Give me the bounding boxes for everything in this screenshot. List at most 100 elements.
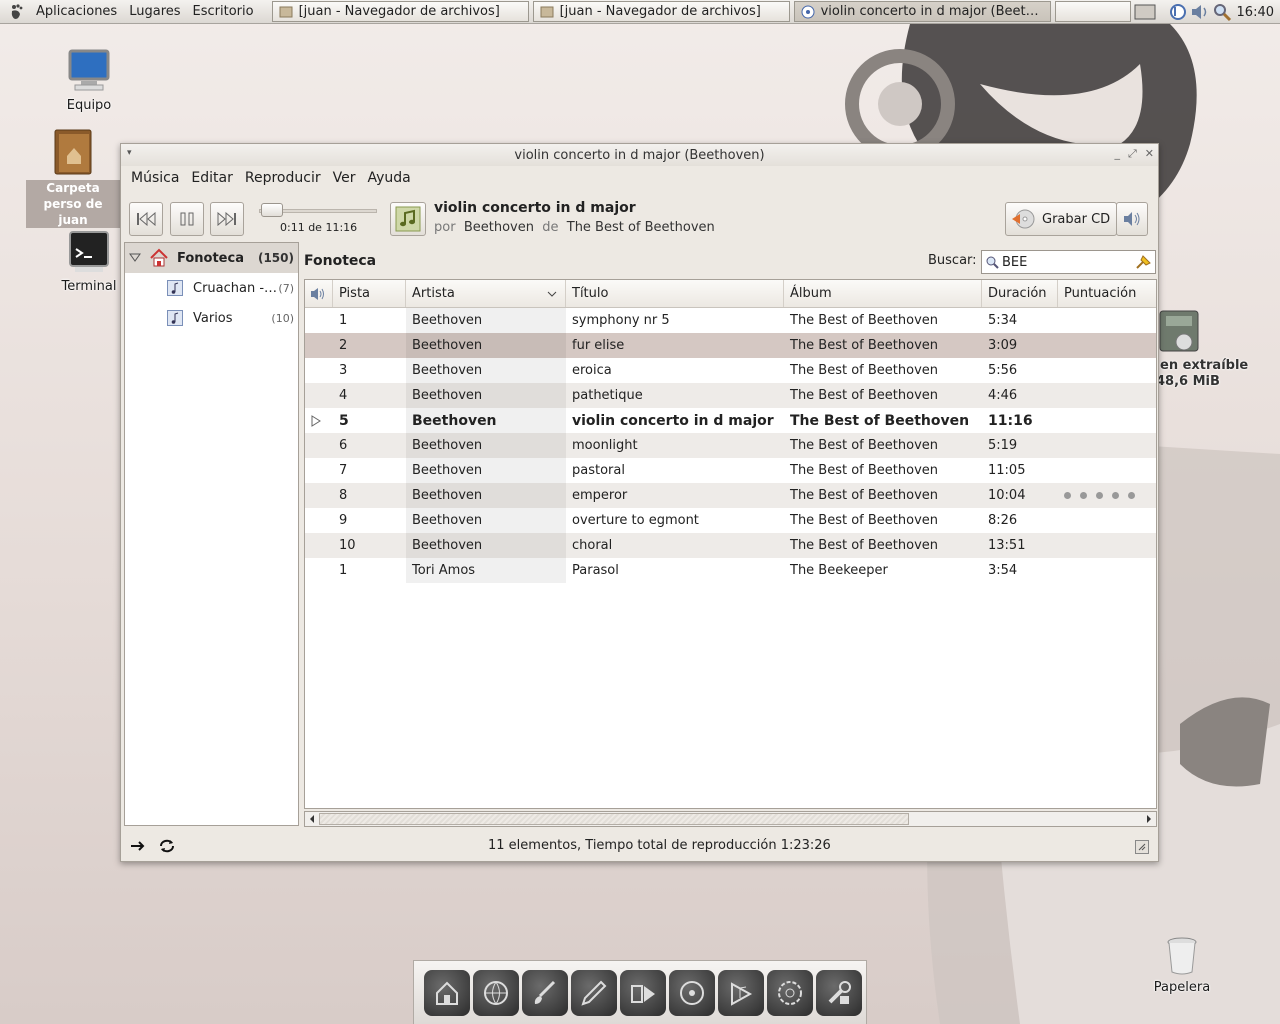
table-row[interactable]: 1 Tori Amos Parasol The Beekeeper 3:54 <box>305 558 1156 583</box>
column-rating[interactable]: Puntuación <box>1058 280 1156 307</box>
shuffle-icon[interactable] <box>130 840 146 852</box>
rating-star-icon[interactable] <box>1128 492 1135 499</box>
rating-cell[interactable] <box>1058 408 1156 433</box>
table-row[interactable]: 7 Beethoven pastoral The Best of Beethoven 1… <box>305 458 1156 483</box>
home-icon[interactable] <box>424 969 470 1016</box>
previous-button[interactable] <box>129 202 163 236</box>
source-playlist-cruachan[interactable]: Cruachan -… (7) <box>125 273 298 303</box>
taskbar-button-rhythmbox[interactable]: violin concerto in d major (Beeth… <box>793 1 1051 22</box>
column-track[interactable]: Pista <box>333 280 406 307</box>
window-menu-icon[interactable]: ▾ <box>127 148 132 158</box>
rating-cell[interactable] <box>1058 433 1156 458</box>
pause-button[interactable] <box>170 202 204 236</box>
home-folder-icon <box>54 129 92 175</box>
clock[interactable]: 16:40 <box>1233 5 1280 20</box>
window-titlebar[interactable]: ▾ violin concerto in d major (Beethoven)… <box>121 144 1158 166</box>
maximize-icon[interactable]: ⤢ <box>1128 147 1137 161</box>
rating-cell[interactable] <box>1058 458 1156 483</box>
menu-edit[interactable]: Editar <box>185 170 238 186</box>
tools-icon[interactable] <box>816 969 862 1016</box>
scroll-right-icon[interactable] <box>1144 812 1154 826</box>
panel-menu-applications[interactable]: Aplicaciones <box>30 4 123 19</box>
taskbar-button-file-browser-1[interactable]: [juan - Navegador de archivos] <box>271 1 529 22</box>
desktop-icon-computer[interactable]: Equipo <box>62 48 116 114</box>
rating-cell[interactable] <box>1058 383 1156 408</box>
table-row[interactable]: 2 Beethoven fur elise The Best of Beethoven… <box>305 333 1156 358</box>
source-library[interactable]: Fonoteca (150) <box>125 243 298 273</box>
source-playlist-count: (7) <box>278 281 294 295</box>
rating-star-icon[interactable] <box>1096 492 1103 499</box>
playing-indicator <box>305 383 333 408</box>
table-row[interactable]: 9 Beethoven overture to egmont The Best of … <box>305 508 1156 533</box>
rating-cell[interactable] <box>1058 508 1156 533</box>
volume-icon[interactable] <box>1189 2 1211 22</box>
desktop-icon-terminal[interactable]: Terminal <box>58 229 120 295</box>
menu-music[interactable]: Música <box>125 170 185 186</box>
pen-icon[interactable] <box>571 969 617 1016</box>
menu-help[interactable]: Ayuda <box>361 170 416 186</box>
disc-icon[interactable] <box>669 969 715 1016</box>
horizontal-scrollbar[interactable] <box>304 811 1157 827</box>
playback-position: 0:11 de 11:16 <box>280 221 358 234</box>
music-icon[interactable] <box>718 969 764 1016</box>
table-row[interactable]: 8 Beethoven emperor The Best of Beethoven 10… <box>305 483 1156 508</box>
volume-icon <box>1124 212 1140 226</box>
rating-cell[interactable] <box>1058 558 1156 583</box>
title-cell: pathetique <box>572 388 643 403</box>
workspace-switcher-icon[interactable] <box>1133 2 1157 22</box>
column-title[interactable]: Título <box>566 280 784 307</box>
source-playlist-varios[interactable]: Varios (10) <box>125 303 298 333</box>
repeat-icon[interactable] <box>158 838 176 854</box>
search-icon[interactable] <box>1211 2 1233 22</box>
scroll-left-icon[interactable] <box>307 812 317 826</box>
column-artist[interactable]: Artista <box>406 280 566 307</box>
rating-cell[interactable] <box>1058 483 1156 508</box>
panel-menu-places[interactable]: Lugares <box>123 4 186 19</box>
rhythmbox-tray-icon[interactable] <box>1167 2 1189 22</box>
paint-icon[interactable] <box>522 969 568 1016</box>
table-row[interactable]: 10 Beethoven choral The Best of Beethoven 13… <box>305 533 1156 558</box>
rating-cell[interactable] <box>1058 358 1156 383</box>
seek-thumb[interactable] <box>261 203 283 217</box>
volume-button[interactable] <box>1116 202 1148 236</box>
rating-star-icon[interactable] <box>1112 492 1119 499</box>
desktop-icon-removable-drive[interactable]: en extraíble 48,6 MiB <box>1156 308 1280 390</box>
taskbar-button-file-browser-2[interactable]: [juan - Navegador de archivos] <box>532 1 790 22</box>
menu-view[interactable]: Ver <box>327 170 362 186</box>
search-input[interactable]: BEE <box>981 250 1156 274</box>
rating-cell[interactable] <box>1058 308 1156 333</box>
duration-cell: 3:09 <box>988 338 1018 353</box>
column-duration[interactable]: Duración <box>982 280 1058 307</box>
table-row[interactable]: 6 Beethoven moonlight The Best of Beethoven… <box>305 433 1156 458</box>
next-button[interactable] <box>210 202 244 236</box>
taskbar-empty-slot[interactable] <box>1054 1 1131 22</box>
seek-slider[interactable] <box>259 202 379 222</box>
menu-play[interactable]: Reproducir <box>239 170 327 186</box>
desktop-icon-trash[interactable]: Papelera <box>1150 934 1214 996</box>
table-row[interactable]: 1 Beethoven symphony nr 5 The Best of Beeth… <box>305 308 1156 333</box>
globe-icon[interactable] <box>473 969 519 1016</box>
desktop-icon-home-folder[interactable]: Carpeta perso de juan <box>26 128 120 228</box>
gnome-foot-icon[interactable] <box>8 3 26 21</box>
scrollbar-thumb[interactable] <box>319 813 909 825</box>
table-row[interactable]: 5 Beethoven violin concerto in d major The … <box>305 408 1156 433</box>
panel-menu-desktop[interactable]: Escritorio <box>187 4 260 19</box>
column-playing[interactable] <box>305 280 333 307</box>
expander-icon[interactable] <box>129 253 141 263</box>
rating-cell[interactable] <box>1058 533 1156 558</box>
video-icon[interactable] <box>620 969 666 1016</box>
cd-burn-icon[interactable] <box>767 969 813 1016</box>
rating-star-icon[interactable] <box>1080 492 1087 499</box>
minimize-icon[interactable]: _ <box>1114 147 1120 161</box>
burn-cd-button[interactable]: Grabar CD <box>1005 202 1118 236</box>
album-cell: The Best of Beethoven <box>790 412 970 429</box>
table-row[interactable]: 4 Beethoven pathetique The Best of Beethove… <box>305 383 1156 408</box>
resize-grip-icon[interactable] <box>1135 840 1149 854</box>
table-row[interactable]: 3 Beethoven eroica The Best of Beethoven 5:5… <box>305 358 1156 383</box>
column-album[interactable]: Álbum <box>784 280 982 307</box>
close-icon[interactable]: ✕ <box>1145 147 1154 161</box>
rating-cell[interactable] <box>1058 333 1156 358</box>
album-cell: The Best of Beethoven <box>790 438 939 453</box>
clear-search-icon[interactable] <box>1134 253 1152 271</box>
rating-star-icon[interactable] <box>1064 492 1071 499</box>
